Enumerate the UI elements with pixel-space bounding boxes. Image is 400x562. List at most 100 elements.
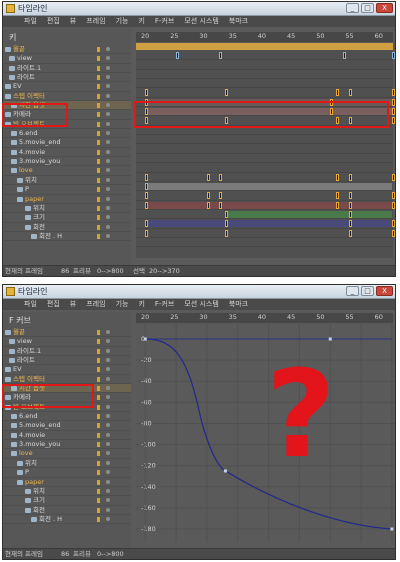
visibility-dot-icon[interactable] bbox=[106, 395, 110, 400]
menu-item[interactable]: 파일 bbox=[19, 299, 42, 310]
visibility-dot-icon[interactable] bbox=[106, 112, 110, 117]
layer-row[interactable]: 회전 bbox=[3, 223, 131, 232]
layer-row[interactable]: view bbox=[3, 337, 131, 347]
lock-icon[interactable] bbox=[97, 348, 100, 354]
track-row[interactable] bbox=[136, 201, 395, 210]
layer-row[interactable]: 스텝 이펙터 bbox=[3, 92, 131, 102]
minimize-button[interactable]: _ bbox=[346, 3, 359, 13]
visibility-dot-icon[interactable] bbox=[106, 56, 110, 61]
track-row[interactable] bbox=[136, 79, 393, 89]
menu-item[interactable]: 프레임 bbox=[81, 299, 110, 310]
menu-item[interactable]: 프레임 bbox=[81, 16, 110, 27]
visibility-dot-icon[interactable] bbox=[106, 348, 110, 353]
keyframe[interactable] bbox=[225, 89, 228, 97]
lock-icon[interactable] bbox=[97, 65, 100, 71]
keyframe[interactable] bbox=[392, 192, 395, 200]
lock-icon[interactable] bbox=[97, 507, 100, 513]
visibility-dot-icon[interactable] bbox=[106, 233, 110, 238]
visibility-dot-icon[interactable] bbox=[106, 93, 110, 98]
visibility-dot-icon[interactable] bbox=[106, 367, 110, 372]
layer-row[interactable]: paper bbox=[3, 195, 131, 204]
lock-icon[interactable] bbox=[97, 432, 100, 438]
keyframe[interactable] bbox=[145, 220, 148, 228]
visibility-dot-icon[interactable] bbox=[106, 159, 110, 164]
lock-icon[interactable] bbox=[97, 451, 100, 457]
lock-icon[interactable] bbox=[97, 56, 100, 62]
visibility-dot-icon[interactable] bbox=[106, 516, 110, 521]
lock-icon[interactable] bbox=[97, 93, 100, 99]
visibility-dot-icon[interactable] bbox=[106, 75, 110, 80]
visibility-dot-icon[interactable] bbox=[106, 224, 110, 229]
keyframe[interactable] bbox=[392, 173, 395, 181]
keyframe[interactable] bbox=[392, 52, 395, 59]
keyframe[interactable] bbox=[349, 192, 352, 200]
keyframe[interactable] bbox=[219, 173, 222, 181]
layer-row[interactable]: 크기 bbox=[3, 496, 131, 506]
lock-icon[interactable] bbox=[97, 215, 100, 221]
visibility-dot-icon[interactable] bbox=[106, 479, 110, 484]
visibility-dot-icon[interactable] bbox=[106, 131, 110, 136]
keyframe[interactable] bbox=[343, 52, 346, 59]
layer-row[interactable]: 회전 . H bbox=[3, 232, 131, 242]
track-row[interactable] bbox=[136, 51, 395, 61]
keyframe[interactable] bbox=[392, 108, 395, 116]
visibility-dot-icon[interactable] bbox=[106, 330, 110, 334]
visibility-dot-icon[interactable] bbox=[106, 451, 110, 456]
keyframe[interactable] bbox=[219, 52, 222, 59]
keyframe[interactable] bbox=[392, 220, 395, 228]
keyframe[interactable] bbox=[207, 173, 210, 181]
layer-row[interactable]: 위치 bbox=[3, 487, 131, 497]
track-row[interactable] bbox=[136, 191, 395, 201]
visibility-dot-icon[interactable] bbox=[106, 414, 110, 419]
layer-row[interactable]: 월끝 bbox=[3, 45, 131, 55]
lock-icon[interactable] bbox=[97, 75, 100, 81]
visibility-dot-icon[interactable] bbox=[106, 205, 110, 210]
visibility-dot-icon[interactable] bbox=[106, 84, 110, 89]
lock-icon[interactable] bbox=[97, 196, 100, 202]
keyframe[interactable] bbox=[225, 220, 228, 228]
layer-row[interactable]: 라이트 bbox=[3, 73, 131, 83]
visibility-dot-icon[interactable] bbox=[106, 215, 110, 220]
layer-row[interactable]: view bbox=[3, 54, 131, 64]
visibility-dot-icon[interactable] bbox=[106, 507, 110, 512]
keyframe[interactable] bbox=[392, 117, 395, 125]
track-row[interactable] bbox=[136, 173, 395, 182]
visibility-dot-icon[interactable] bbox=[106, 168, 110, 173]
layer-row[interactable]: 스텝 이펙터 bbox=[3, 375, 131, 385]
lock-icon[interactable] bbox=[97, 498, 100, 504]
visibility-dot-icon[interactable] bbox=[106, 386, 110, 391]
keyframe[interactable] bbox=[219, 192, 222, 200]
track-row[interactable] bbox=[136, 182, 393, 192]
key-range-bar[interactable] bbox=[145, 201, 392, 209]
lock-icon[interactable] bbox=[97, 376, 100, 382]
menu-item[interactable]: 기능 bbox=[111, 16, 134, 27]
menu-item[interactable]: 편집 bbox=[42, 299, 65, 310]
track-row[interactable] bbox=[136, 154, 393, 164]
keyframe[interactable] bbox=[336, 89, 339, 97]
layer-row[interactable]: 위치 bbox=[3, 204, 131, 214]
visibility-dot-icon[interactable] bbox=[106, 442, 110, 447]
lock-icon[interactable] bbox=[97, 488, 100, 494]
menu-item[interactable]: 키 bbox=[133, 299, 149, 310]
layer-row[interactable]: 3.movie_you bbox=[3, 440, 131, 450]
key-range-bar[interactable] bbox=[225, 210, 392, 218]
keyframe[interactable] bbox=[145, 201, 148, 209]
track-row[interactable] bbox=[136, 163, 393, 173]
keyframe[interactable] bbox=[207, 201, 210, 209]
keyframe[interactable] bbox=[349, 220, 352, 228]
visibility-dot-icon[interactable] bbox=[106, 460, 110, 465]
keyframe[interactable] bbox=[145, 192, 148, 200]
visibility-dot-icon[interactable] bbox=[106, 47, 110, 51]
layer-row[interactable]: 라이트.1 bbox=[3, 64, 131, 74]
frame-ruler[interactable]: 20 25 30 35 40 45 50 55 60 bbox=[136, 32, 393, 42]
layer-row[interactable]: 회전 . H bbox=[3, 515, 131, 525]
keyframe[interactable] bbox=[392, 89, 395, 97]
keyframe[interactable] bbox=[336, 201, 339, 209]
keyframe[interactable] bbox=[349, 89, 352, 97]
visibility-dot-icon[interactable] bbox=[106, 121, 110, 126]
keyframe[interactable] bbox=[392, 229, 395, 237]
layer-row[interactable]: 라이트 bbox=[3, 356, 131, 366]
visibility-dot-icon[interactable] bbox=[106, 423, 110, 428]
lock-icon[interactable] bbox=[97, 159, 100, 165]
layer-row[interactable]: 5.movie_end bbox=[3, 138, 131, 148]
